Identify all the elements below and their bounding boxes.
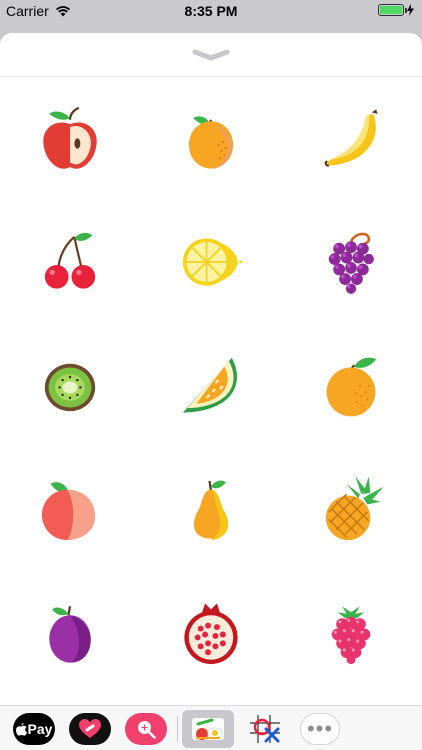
crossword-app-button[interactable] — [246, 713, 284, 745]
tray-divider — [177, 716, 178, 742]
sticker-pomegranate[interactable] — [141, 571, 282, 695]
cherries-icon — [45, 233, 96, 289]
orange-icon — [327, 357, 377, 417]
battery-icon — [378, 4, 407, 16]
magnifier-icon — [138, 721, 156, 739]
pear-icon — [193, 480, 228, 541]
sticker-raspberry[interactable] — [281, 571, 422, 695]
sticker-peach[interactable] — [0, 448, 141, 572]
crossword-icon — [250, 715, 280, 743]
sticker-pineapple[interactable] — [281, 448, 422, 572]
apple-pay-label: Pay — [27, 721, 53, 737]
raspberry-icon — [332, 606, 371, 664]
sticker-grapes[interactable] — [281, 201, 422, 325]
sticker-sheet — [0, 33, 422, 705]
kiwi-icon — [45, 363, 96, 411]
apricot-icon — [188, 116, 234, 169]
food-stickers-icon — [192, 718, 224, 740]
search-app-button[interactable] — [125, 713, 167, 745]
sticker-banana[interactable] — [281, 77, 422, 201]
sticker-orange[interactable] — [281, 324, 422, 448]
sticker-kiwi[interactable] — [0, 324, 141, 448]
plum-icon — [49, 605, 92, 663]
battery-fill — [380, 6, 402, 14]
status-right — [378, 4, 414, 16]
sticker-plum[interactable] — [0, 571, 141, 695]
chevron-down-icon[interactable] — [192, 49, 230, 61]
more-apps-button[interactable]: ••• — [300, 713, 340, 745]
fruit-stickers-app-button[interactable] — [182, 710, 234, 748]
pineapple-icon — [326, 476, 385, 541]
sticker-apricot[interactable] — [141, 77, 282, 201]
app-tray: Pay ••• — [0, 705, 422, 750]
lemon-icon — [182, 238, 242, 286]
apple-icon — [43, 106, 98, 169]
apple-pay-button[interactable]: Pay — [13, 713, 55, 745]
melon-icon — [182, 357, 237, 413]
apple-logo-icon — [15, 722, 27, 736]
sticker-lemon[interactable] — [141, 201, 282, 325]
sticker-apple[interactable] — [0, 77, 141, 201]
grapes-icon — [329, 232, 375, 295]
sticker-cherries[interactable] — [0, 201, 141, 325]
charging-bolt-icon — [407, 4, 414, 16]
pomegranate-icon — [184, 603, 238, 664]
heart-app-button[interactable] — [69, 713, 111, 745]
peach-icon — [42, 482, 96, 541]
status-time: 8:35 PM — [184, 3, 238, 19]
sheet-header — [0, 33, 422, 77]
heart-icon — [79, 719, 101, 738]
sticker-melon[interactable] — [141, 324, 282, 448]
sticker-pear[interactable] — [141, 448, 282, 572]
banana-icon — [325, 109, 379, 167]
sticker-grid — [0, 77, 422, 695]
status-bar: Carrier 8:35 PM — [0, 0, 422, 22]
